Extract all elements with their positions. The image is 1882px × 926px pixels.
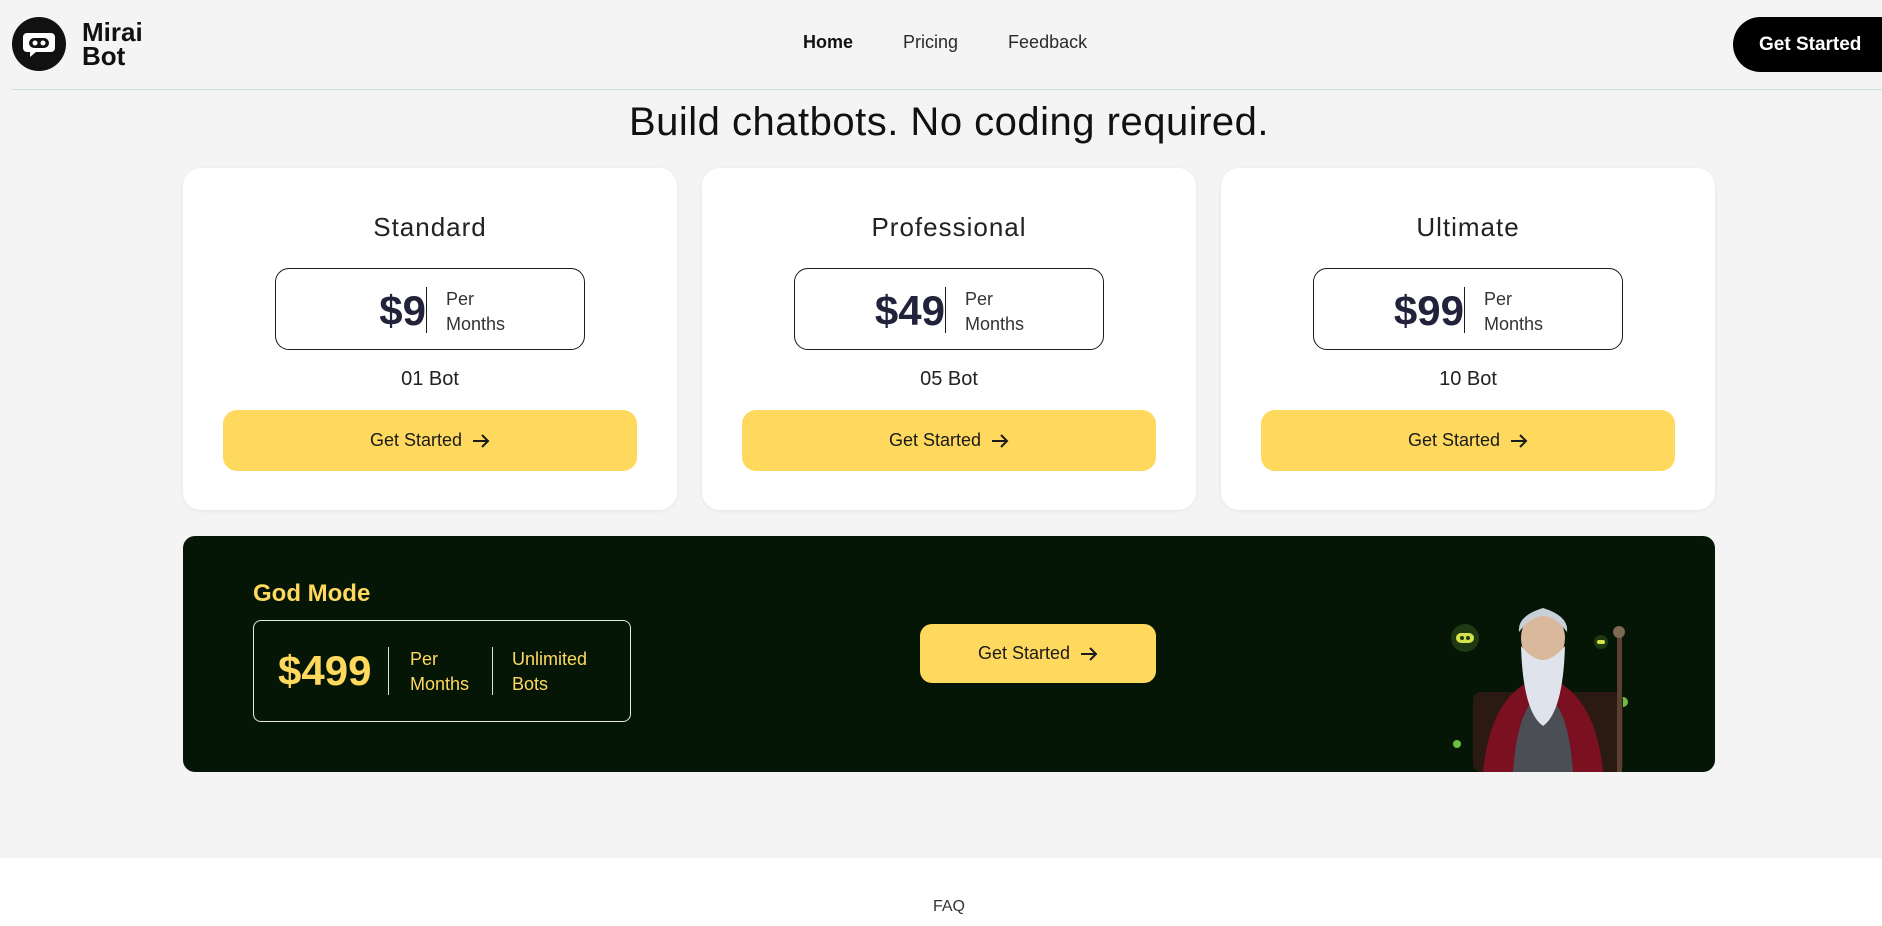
god-mode-period-line2: Months: [410, 674, 470, 694]
arrow-right-icon: [1511, 433, 1528, 448]
wizard-illustration: [1451, 608, 1628, 772]
arrow-right-icon: [473, 433, 490, 448]
nav-home[interactable]: Home: [803, 32, 853, 53]
bot-bubble-icon: [1451, 624, 1479, 652]
footer-faq-link[interactable]: FAQ: [0, 898, 1882, 916]
god-mode-price: $499: [278, 647, 372, 694]
button-label: Get Started: [369, 430, 463, 450]
brand-name-line2: Bot: [82, 41, 126, 71]
plan-period-line1: Per: [1484, 289, 1513, 309]
brand-logo[interactable]: Mirai Bot: [12, 17, 143, 71]
nav-feedback[interactable]: Feedback: [1008, 32, 1087, 53]
standard-get-started-button[interactable]: Get Started: [223, 410, 637, 471]
god-mode-title: God Mode: [253, 580, 371, 607]
price-divider: [388, 647, 389, 695]
plan-card-standard: Standard $9 Per Months 01 Bot Get Starte…: [183, 168, 677, 510]
button-label: Get Started: [1407, 430, 1501, 450]
plan-price: $9: [379, 287, 426, 334]
price-divider: [1464, 287, 1465, 333]
plan-period-line1: Per: [446, 289, 475, 309]
plan-name: Standard: [373, 212, 487, 242]
plan-price: $49: [874, 287, 945, 334]
god-mode-bots-line2: Bots: [512, 674, 549, 694]
plan-period-line2: Months: [965, 314, 1025, 334]
god-mode-period: Per Months: [410, 647, 469, 697]
header-get-started-button[interactable]: Get Started: [1733, 17, 1882, 72]
brand-name: Mirai Bot: [82, 19, 143, 71]
ultimate-get-started-button[interactable]: Get Started: [1261, 410, 1675, 471]
plan-bots: 01 Bot: [401, 368, 459, 390]
plan-period: Per Months: [1484, 287, 1564, 337]
nav-pricing[interactable]: Pricing: [903, 32, 958, 53]
page-headline: Build chatbots. No coding required.: [628, 100, 1270, 144]
plan-period: Per Months: [446, 287, 526, 337]
price-box: $99 Per Months: [1313, 268, 1623, 350]
plan-bots: 05 Bot: [920, 368, 978, 390]
main-nav: Home Pricing Feedback: [803, 32, 1087, 53]
button-label: Get Started: [888, 430, 982, 450]
plan-period-line2: Months: [1484, 314, 1544, 334]
god-mode-get-started-button[interactable]: Get Started: [920, 624, 1156, 683]
plan-period-line1: Per: [965, 289, 994, 309]
site-footer: FAQ: [0, 858, 1882, 926]
plan-name: Ultimate: [1416, 212, 1520, 242]
god-mode-period-line1: Per: [410, 649, 439, 669]
price-divider: [945, 287, 946, 333]
plan-card-professional: Professional $49 Per Months 05 Bot Get S…: [702, 168, 1196, 510]
plan-name: Professional: [871, 212, 1027, 242]
price-box: $49 Per Months: [794, 268, 1104, 350]
plan-price: $99: [1393, 287, 1464, 334]
robot-chat-icon: [12, 17, 66, 71]
price-divider: [492, 647, 493, 695]
plan-period: Per Months: [965, 287, 1045, 337]
god-mode-banner: God Mode $499 Per Months Unlimited Bots …: [183, 536, 1715, 772]
plan-card-ultimate: Ultimate $99 Per Months 10 Bot Get Start…: [1221, 168, 1715, 510]
plan-period-line2: Months: [446, 314, 506, 334]
price-divider: [426, 287, 427, 333]
god-mode-bots-line1: Unlimited: [512, 649, 588, 669]
plan-bots: 10 Bot: [1439, 368, 1497, 390]
god-mode-bots: Unlimited Bots: [512, 647, 587, 697]
site-header: Mirai Bot Home Pricing Feedback Get Star…: [0, 0, 1882, 90]
button-label: Get Started: [977, 643, 1071, 663]
arrow-right-icon: [992, 433, 1009, 448]
header-divider: [12, 89, 1882, 90]
professional-get-started-button[interactable]: Get Started: [742, 410, 1156, 471]
god-mode-price-box: $499 Per Months Unlimited Bots: [253, 620, 631, 722]
arrow-right-icon: [1081, 646, 1098, 661]
price-box: $9 Per Months: [275, 268, 585, 350]
